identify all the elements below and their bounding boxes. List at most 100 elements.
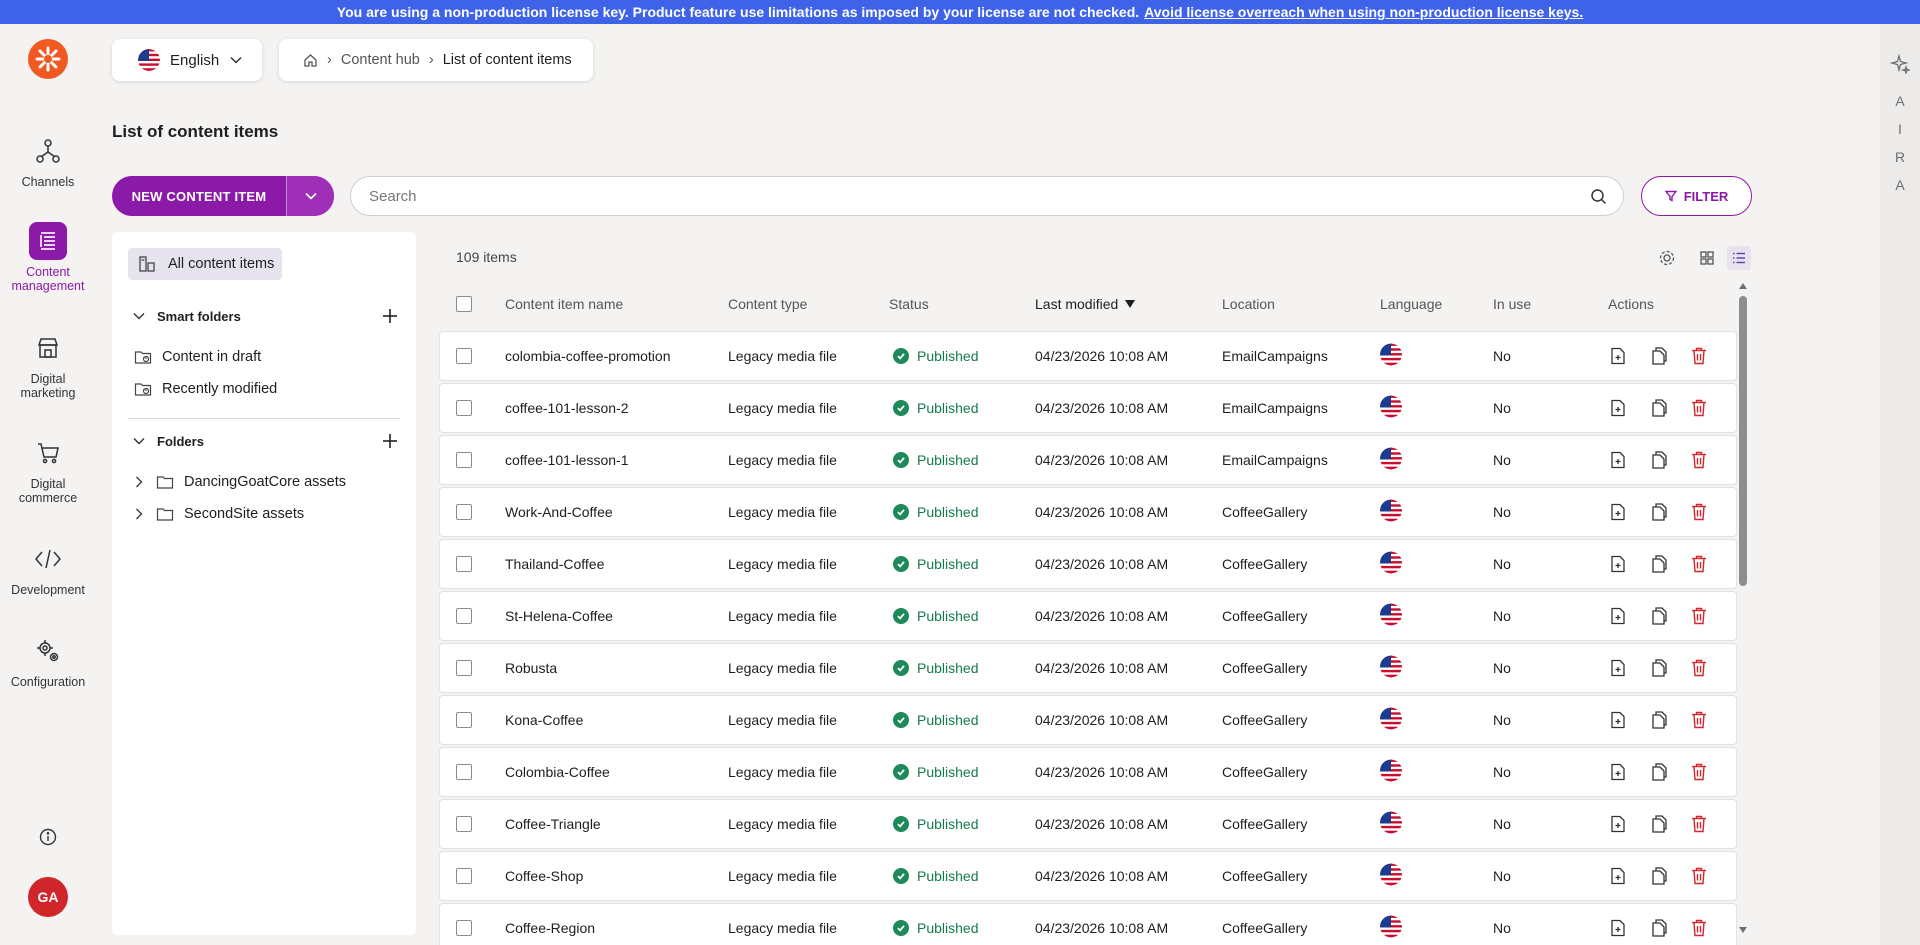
delete-item-icon[interactable] bbox=[1689, 866, 1709, 886]
column-type[interactable]: Content type bbox=[728, 296, 807, 312]
row-name[interactable]: coffee-101-lesson-2 bbox=[505, 400, 628, 416]
row-checkbox[interactable] bbox=[456, 556, 472, 572]
sparkle-icon[interactable] bbox=[1889, 53, 1912, 77]
nav-content-management[interactable]: Content management bbox=[0, 222, 96, 294]
delete-item-icon[interactable] bbox=[1689, 502, 1709, 522]
delete-item-icon[interactable] bbox=[1689, 658, 1709, 678]
table-row[interactable]: Colombia-Coffee Legacy media file Publis… bbox=[440, 748, 1736, 796]
user-avatar[interactable]: GA bbox=[28, 877, 68, 917]
delete-item-icon[interactable] bbox=[1689, 918, 1709, 938]
smart-folder-item[interactable]: Recently modified bbox=[134, 377, 277, 401]
clone-item-icon[interactable] bbox=[1649, 398, 1669, 418]
smart-folders-header[interactable]: Smart folders bbox=[132, 304, 400, 328]
delete-item-icon[interactable] bbox=[1689, 554, 1709, 574]
row-checkbox[interactable] bbox=[456, 712, 472, 728]
row-name[interactable]: Work-And-Coffee bbox=[505, 504, 613, 520]
table-row[interactable]: Thailand-Coffee Legacy media file Publis… bbox=[440, 540, 1736, 588]
row-name[interactable]: coffee-101-lesson-1 bbox=[505, 452, 628, 468]
breadcrumb-content-hub[interactable]: Content hub bbox=[341, 52, 420, 68]
delete-item-icon[interactable] bbox=[1689, 450, 1709, 470]
table-scrollbar[interactable] bbox=[1736, 280, 1750, 936]
new-content-item-dropdown[interactable] bbox=[286, 176, 334, 216]
settings-gear-icon[interactable] bbox=[1655, 246, 1679, 270]
filter-button[interactable]: FILTER bbox=[1641, 176, 1752, 216]
search-input[interactable] bbox=[369, 187, 1590, 205]
row-checkbox[interactable] bbox=[456, 920, 472, 936]
license-banner-link[interactable]: Avoid license overreach when using non-p… bbox=[1144, 4, 1583, 20]
edit-item-icon[interactable] bbox=[1608, 814, 1628, 834]
new-content-item-label[interactable]: NEW CONTENT ITEM bbox=[112, 189, 286, 204]
nav-development[interactable]: Development bbox=[0, 540, 96, 597]
delete-item-icon[interactable] bbox=[1689, 814, 1709, 834]
row-checkbox[interactable] bbox=[456, 608, 472, 624]
add-folder-icon[interactable] bbox=[380, 431, 400, 451]
edit-item-icon[interactable] bbox=[1608, 398, 1628, 418]
column-status[interactable]: Status bbox=[889, 296, 929, 312]
table-row[interactable]: Robusta Legacy media file Published 04/2… bbox=[440, 644, 1736, 692]
aira-sidebar[interactable]: A I R A bbox=[1880, 24, 1920, 945]
edit-item-icon[interactable] bbox=[1608, 606, 1628, 626]
folder-item[interactable]: DancingGoatCore assets bbox=[132, 470, 346, 494]
row-name[interactable]: Colombia-Coffee bbox=[505, 764, 610, 780]
folder-item[interactable]: SecondSite assets bbox=[132, 502, 304, 526]
table-row[interactable]: coffee-101-lesson-1 Legacy media file Pu… bbox=[440, 436, 1736, 484]
column-in-use[interactable]: In use bbox=[1493, 296, 1531, 312]
edit-item-icon[interactable] bbox=[1608, 710, 1628, 730]
row-name[interactable]: Kona-Coffee bbox=[505, 712, 583, 728]
kentico-logo[interactable] bbox=[28, 39, 68, 79]
clone-item-icon[interactable] bbox=[1649, 918, 1669, 938]
add-smart-folder-icon[interactable] bbox=[380, 306, 400, 326]
clone-item-icon[interactable] bbox=[1649, 346, 1669, 366]
language-selector[interactable]: English bbox=[112, 39, 262, 81]
clone-item-icon[interactable] bbox=[1649, 710, 1669, 730]
clone-item-icon[interactable] bbox=[1649, 502, 1669, 522]
select-all-checkbox[interactable] bbox=[456, 296, 472, 312]
delete-item-icon[interactable] bbox=[1689, 606, 1709, 626]
table-row[interactable]: colombia-coffee-promotion Legacy media f… bbox=[440, 332, 1736, 380]
row-checkbox[interactable] bbox=[456, 348, 472, 364]
edit-item-icon[interactable] bbox=[1608, 450, 1628, 470]
nav-configuration[interactable]: Configuration bbox=[0, 632, 96, 689]
row-name[interactable]: Coffee-Triangle bbox=[505, 816, 601, 832]
table-row[interactable]: Kona-Coffee Legacy media file Published … bbox=[440, 696, 1736, 744]
row-checkbox[interactable] bbox=[456, 764, 472, 780]
edit-item-icon[interactable] bbox=[1608, 658, 1628, 678]
table-row[interactable]: Coffee-Region Legacy media file Publishe… bbox=[440, 904, 1736, 945]
scroll-up-arrow[interactable] bbox=[1739, 283, 1747, 289]
delete-item-icon[interactable] bbox=[1689, 398, 1709, 418]
edit-item-icon[interactable] bbox=[1608, 866, 1628, 886]
clone-item-icon[interactable] bbox=[1649, 450, 1669, 470]
row-checkbox[interactable] bbox=[456, 400, 472, 416]
row-checkbox[interactable] bbox=[456, 660, 472, 676]
chevron-down-icon[interactable] bbox=[132, 434, 150, 448]
row-checkbox[interactable] bbox=[456, 452, 472, 468]
info-icon[interactable] bbox=[38, 827, 58, 847]
delete-item-icon[interactable] bbox=[1689, 710, 1709, 730]
edit-item-icon[interactable] bbox=[1608, 502, 1628, 522]
search-icon[interactable] bbox=[1590, 188, 1607, 205]
row-name[interactable]: colombia-coffee-promotion bbox=[505, 348, 671, 364]
all-content-items[interactable]: All content items bbox=[128, 248, 282, 280]
clone-item-icon[interactable] bbox=[1649, 554, 1669, 574]
search-bar[interactable] bbox=[350, 176, 1624, 216]
smart-folder-item[interactable]: Content in draft bbox=[134, 345, 261, 369]
column-location[interactable]: Location bbox=[1222, 296, 1275, 312]
clone-item-icon[interactable] bbox=[1649, 762, 1669, 782]
clone-item-icon[interactable] bbox=[1649, 606, 1669, 626]
table-row[interactable]: Coffee-Triangle Legacy media file Publis… bbox=[440, 800, 1736, 848]
row-checkbox[interactable] bbox=[456, 868, 472, 884]
home-icon[interactable] bbox=[303, 53, 318, 68]
column-last-modified[interactable]: Last modified bbox=[1035, 296, 1136, 312]
grid-view-icon[interactable] bbox=[1695, 246, 1719, 270]
row-checkbox[interactable] bbox=[456, 816, 472, 832]
table-row[interactable]: coffee-101-lesson-2 Legacy media file Pu… bbox=[440, 384, 1736, 432]
chevron-down-icon[interactable] bbox=[132, 309, 150, 323]
clone-item-icon[interactable] bbox=[1649, 658, 1669, 678]
row-name[interactable]: Coffee-Region bbox=[505, 920, 595, 936]
clone-item-icon[interactable] bbox=[1649, 866, 1669, 886]
delete-item-icon[interactable] bbox=[1689, 346, 1709, 366]
row-name[interactable]: Coffee-Shop bbox=[505, 868, 583, 884]
edit-item-icon[interactable] bbox=[1608, 346, 1628, 366]
table-row[interactable]: Coffee-Shop Legacy media file Published … bbox=[440, 852, 1736, 900]
delete-item-icon[interactable] bbox=[1689, 762, 1709, 782]
